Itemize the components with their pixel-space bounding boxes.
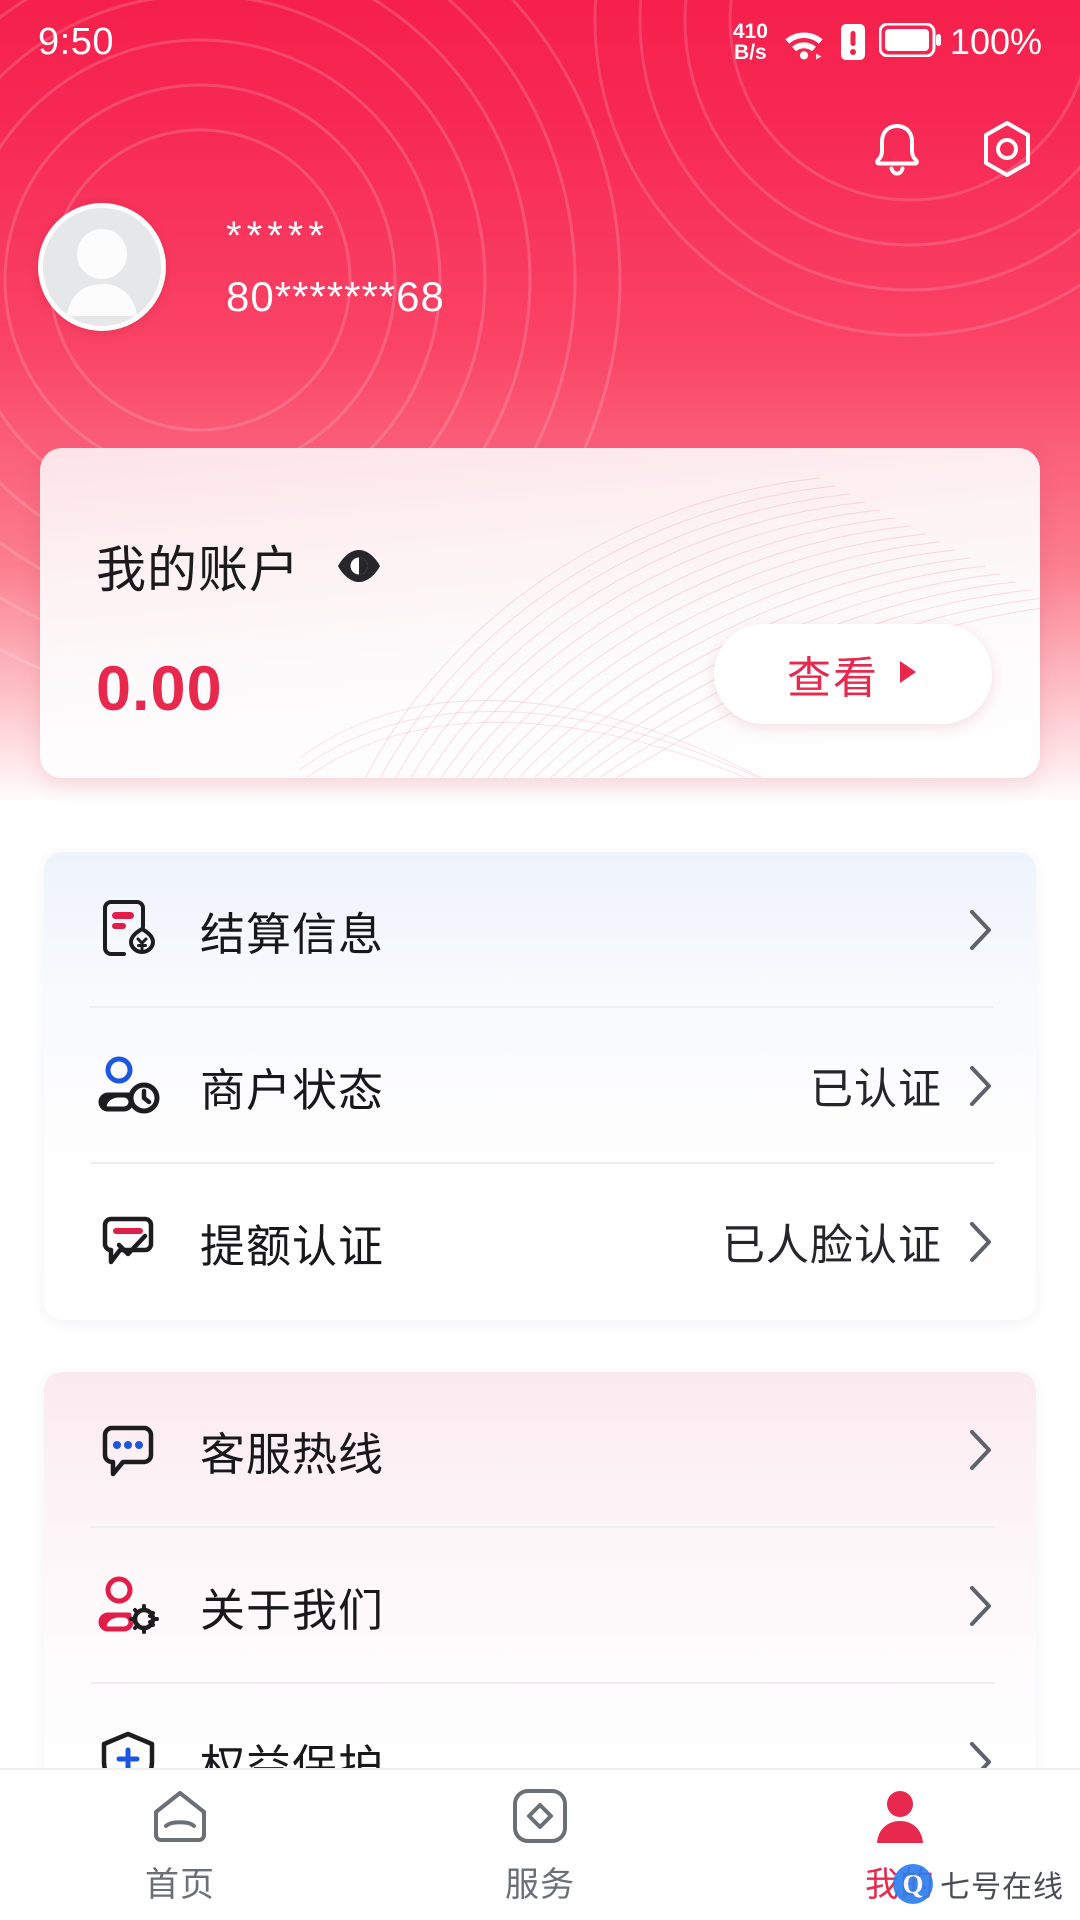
chevron-right-icon — [970, 1222, 991, 1262]
tab-label: 服务 — [505, 1865, 575, 1904]
list-item-label: 结算信息 — [200, 908, 385, 960]
account-card-decoration — [300, 477, 1040, 778]
list-item-limit-verify[interactable]: 提额认证 已人脸认证 — [44, 1164, 1036, 1320]
battery-full-icon — [878, 22, 941, 62]
list-item-settlement[interactable]: 结算信息 — [44, 852, 1036, 1008]
tab-label: 首页 — [145, 1865, 215, 1904]
watermark-text: 七号在线 — [940, 1871, 1064, 1904]
list-item-label: 客服热线 — [200, 1428, 385, 1480]
merchant-status-icon — [90, 1048, 166, 1124]
network-speed-value: 410 — [732, 20, 768, 43]
chevron-right-icon — [970, 1430, 991, 1470]
account-title-row: 我的账户 — [96, 530, 382, 602]
customer-service-icon — [90, 1412, 166, 1488]
status-time: 9:50 — [38, 20, 114, 63]
battery-percent: 100% — [949, 21, 1042, 62]
list-item-customer-service[interactable]: 客服热线 — [44, 1372, 1036, 1528]
chevron-right-icon — [970, 910, 991, 950]
list-item-label: 商户状态 — [200, 1064, 385, 1116]
home-icon — [150, 1785, 210, 1847]
sim-alert-icon — [840, 23, 866, 61]
wifi-icon — [781, 23, 827, 61]
watermark: Q 七号在线 — [893, 1862, 1064, 1906]
tab-service[interactable]: 服务 — [360, 1785, 720, 1906]
list-item-value: 已认证 — [810, 1066, 942, 1114]
network-speed-unit: B/s — [734, 41, 767, 64]
list-item-value: 已人脸认证 — [722, 1222, 942, 1270]
avatar[interactable] — [38, 203, 166, 331]
hexagon-target-icon[interactable] — [976, 118, 1038, 180]
settlement-receipt-icon — [90, 892, 166, 968]
primary-list-card: 结算信息 商户状态 已认证 提额认证 已人脸认证 — [44, 852, 1036, 1320]
account-title: 我的账户 — [96, 542, 300, 598]
list-item-label: 关于我们 — [200, 1584, 385, 1636]
phone-number: 80*******68 — [226, 272, 445, 320]
battery-indicator: 100% — [878, 21, 1042, 63]
view-account-button[interactable]: 查看 — [714, 624, 992, 724]
service-diamond-icon — [510, 1785, 570, 1847]
eye-visible-icon[interactable] — [336, 543, 382, 589]
status-bar: 9:50 410 B/s 100% — [0, 0, 1080, 84]
watermark-badge: Q — [893, 1864, 933, 1904]
bell-icon[interactable] — [866, 118, 928, 180]
tab-home[interactable]: 首页 — [0, 1785, 360, 1906]
list-item-merchant-status[interactable]: 商户状态 已认证 — [44, 1008, 1036, 1164]
nickname: ***** — [226, 213, 329, 258]
chevron-right-icon — [970, 1066, 991, 1106]
list-item-label: 提额认证 — [200, 1220, 385, 1272]
list-item-about-us[interactable]: 关于我们 — [44, 1528, 1036, 1684]
profile-block[interactable]: ***** 80*******68 — [38, 203, 445, 331]
account-card: 我的账户 0.00 查看 — [40, 448, 1040, 778]
view-account-label: 查看 — [787, 654, 879, 703]
chevron-right-icon — [970, 1586, 991, 1626]
profile-text: ***** 80*******68 — [226, 211, 445, 324]
header-actions — [866, 118, 1038, 180]
triangle-right-icon — [897, 659, 919, 690]
avatar-placeholder-icon — [67, 229, 137, 316]
status-right-group: 410 B/s 100% — [733, 21, 1042, 63]
network-speed: 410 B/s — [733, 21, 768, 63]
account-balance: 0.00 — [96, 654, 223, 724]
user-person-icon — [871, 1785, 929, 1847]
limit-verify-icon — [90, 1204, 166, 1280]
about-us-icon — [90, 1568, 166, 1644]
